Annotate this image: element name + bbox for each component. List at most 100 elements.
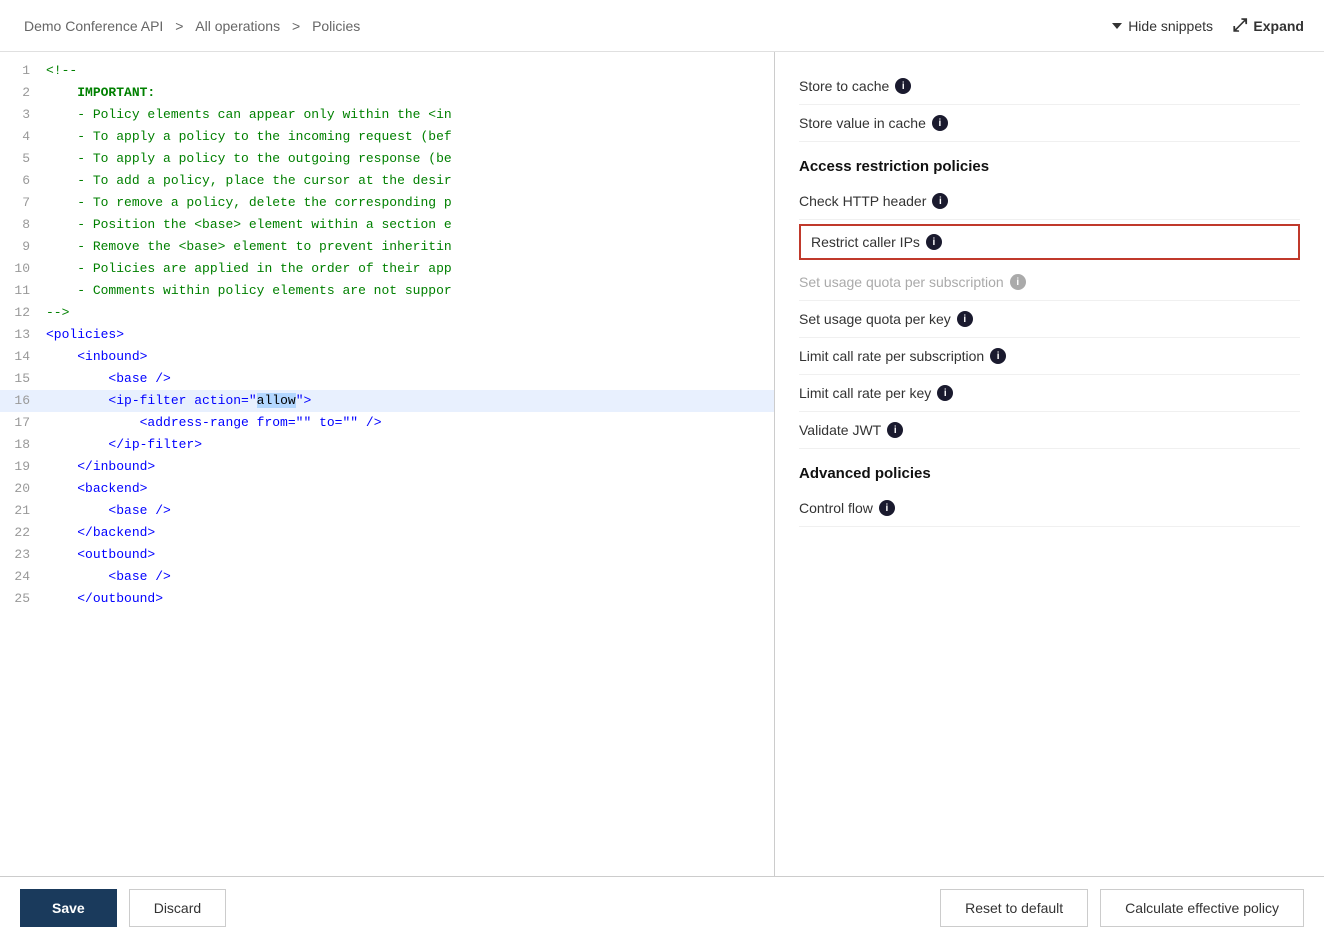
- line-content: <address-range from="" to="" />: [42, 412, 774, 434]
- line-number: 17: [0, 412, 42, 434]
- code-line-5[interactable]: 5 - To apply a policy to the outgoing re…: [0, 148, 774, 170]
- code-line-4[interactable]: 4 - To apply a policy to the incoming re…: [0, 126, 774, 148]
- limit-call-rate-per-key-label: Limit call rate per key: [799, 385, 931, 401]
- line-number: 20: [0, 478, 42, 500]
- line-number: 12: [0, 302, 42, 324]
- limit-call-rate-per-subscription-item[interactable]: Limit call rate per subscription i: [799, 338, 1300, 375]
- limit-call-rate-per-subscription-info-icon[interactable]: i: [990, 348, 1006, 364]
- line-number: 4: [0, 126, 42, 148]
- calculate-effective-policy-button[interactable]: Calculate effective policy: [1100, 889, 1304, 927]
- discard-button[interactable]: Discard: [129, 889, 226, 927]
- code-line-19[interactable]: 19 </inbound>: [0, 456, 774, 478]
- line-number: 10: [0, 258, 42, 280]
- code-line-1[interactable]: 1<!--: [0, 60, 774, 82]
- control-flow-info-icon[interactable]: i: [879, 500, 895, 516]
- set-usage-quota-per-subscription-label: Set usage quota per subscription: [799, 274, 1004, 290]
- code-line-6[interactable]: 6 - To add a policy, place the cursor at…: [0, 170, 774, 192]
- check-http-header-label: Check HTTP header: [799, 193, 926, 209]
- line-number: 3: [0, 104, 42, 126]
- code-line-22[interactable]: 22 </backend>: [0, 522, 774, 544]
- expand-icon: ⤢: [1233, 15, 1247, 36]
- set-usage-quota-per-subscription-info-icon: i: [1010, 274, 1026, 290]
- line-number: 23: [0, 544, 42, 566]
- line-number: 22: [0, 522, 42, 544]
- line-number: 1: [0, 60, 42, 82]
- code-line-13[interactable]: 13<policies>: [0, 324, 774, 346]
- restrict-caller-ips-info-icon[interactable]: i: [926, 234, 942, 250]
- code-line-11[interactable]: 11 - Comments within policy elements are…: [0, 280, 774, 302]
- code-line-2[interactable]: 2 IMPORTANT:: [0, 82, 774, 104]
- code-line-3[interactable]: 3 - Policy elements can appear only with…: [0, 104, 774, 126]
- code-line-16[interactable]: 16 <ip-filter action="allow">: [0, 390, 774, 412]
- code-line-7[interactable]: 7 - To remove a policy, delete the corre…: [0, 192, 774, 214]
- store-value-in-cache-label: Store value in cache: [799, 115, 926, 131]
- line-content: <inbound>: [42, 346, 774, 368]
- right-panel: Store to cache i Store value in cache i …: [775, 52, 1324, 876]
- code-line-24[interactable]: 24 <base />: [0, 566, 774, 588]
- check-http-header-info-icon[interactable]: i: [932, 193, 948, 209]
- breadcrumb-sep1: >: [175, 18, 187, 34]
- line-number: 13: [0, 324, 42, 346]
- store-to-cache-info-icon[interactable]: i: [895, 78, 911, 94]
- line-number: 9: [0, 236, 42, 258]
- limit-call-rate-per-key-item[interactable]: Limit call rate per key i: [799, 375, 1300, 412]
- line-number: 8: [0, 214, 42, 236]
- expand-label: Expand: [1253, 18, 1304, 34]
- expand-button[interactable]: ⤢ Expand: [1233, 15, 1304, 36]
- line-number: 25: [0, 588, 42, 610]
- set-usage-quota-per-key-info-icon[interactable]: i: [957, 311, 973, 327]
- line-number: 7: [0, 192, 42, 214]
- line-content: - Policies are applied in the order of t…: [42, 258, 774, 280]
- hide-snippets-label: Hide snippets: [1128, 18, 1213, 34]
- save-button[interactable]: Save: [20, 889, 117, 927]
- breadcrumb-part1[interactable]: Demo Conference API: [24, 18, 163, 34]
- line-content: </outbound>: [42, 588, 774, 610]
- reset-to-default-button[interactable]: Reset to default: [940, 889, 1088, 927]
- breadcrumb-sep2: >: [292, 18, 304, 34]
- check-http-header-item[interactable]: Check HTTP header i: [799, 183, 1300, 220]
- hide-snippets-button[interactable]: Hide snippets: [1112, 18, 1213, 34]
- line-number: 18: [0, 434, 42, 456]
- line-content: </inbound>: [42, 456, 774, 478]
- restrict-caller-ips-item[interactable]: Restrict caller IPs i: [799, 224, 1300, 260]
- breadcrumb-part2[interactable]: All operations: [195, 18, 280, 34]
- line-content: -->: [42, 302, 774, 324]
- code-line-21[interactable]: 21 <base />: [0, 500, 774, 522]
- line-content: - Policy elements can appear only within…: [42, 104, 774, 126]
- main-content: 1<!--2 IMPORTANT:3 - Policy elements can…: [0, 52, 1324, 876]
- line-content: <outbound>: [42, 544, 774, 566]
- line-number: 11: [0, 280, 42, 302]
- control-flow-item[interactable]: Control flow i: [799, 490, 1300, 527]
- line-content: - To apply a policy to the outgoing resp…: [42, 148, 774, 170]
- code-panel[interactable]: 1<!--2 IMPORTANT:3 - Policy elements can…: [0, 52, 775, 876]
- code-line-23[interactable]: 23 <outbound>: [0, 544, 774, 566]
- code-line-20[interactable]: 20 <backend>: [0, 478, 774, 500]
- code-line-14[interactable]: 14 <inbound>: [0, 346, 774, 368]
- line-content: <base />: [42, 566, 774, 588]
- code-line-10[interactable]: 10 - Policies are applied in the order o…: [0, 258, 774, 280]
- code-line-17[interactable]: 17 <address-range from="" to="" />: [0, 412, 774, 434]
- code-line-18[interactable]: 18 </ip-filter>: [0, 434, 774, 456]
- control-flow-label: Control flow: [799, 500, 873, 516]
- line-content: </ip-filter>: [42, 434, 774, 456]
- set-usage-quota-per-key-item[interactable]: Set usage quota per key i: [799, 301, 1300, 338]
- limit-call-rate-per-key-info-icon[interactable]: i: [937, 385, 953, 401]
- line-content: <base />: [42, 368, 774, 390]
- store-value-in-cache-info-icon[interactable]: i: [932, 115, 948, 131]
- footer: Save Discard Reset to default Calculate …: [0, 876, 1324, 938]
- line-number: 24: [0, 566, 42, 588]
- code-line-9[interactable]: 9 - Remove the <base> element to prevent…: [0, 236, 774, 258]
- breadcrumb-part3: Policies: [312, 18, 360, 34]
- store-value-in-cache-item[interactable]: Store value in cache i: [799, 105, 1300, 142]
- code-line-8[interactable]: 8 - Position the <base> element within a…: [0, 214, 774, 236]
- line-content: <ip-filter action="allow">: [42, 390, 774, 412]
- code-line-25[interactable]: 25 </outbound>: [0, 588, 774, 610]
- set-usage-quota-per-key-label: Set usage quota per key: [799, 311, 951, 327]
- code-line-15[interactable]: 15 <base />: [0, 368, 774, 390]
- header: Demo Conference API > All operations > P…: [0, 0, 1324, 52]
- store-to-cache-label: Store to cache: [799, 78, 889, 94]
- validate-jwt-info-icon[interactable]: i: [887, 422, 903, 438]
- code-line-12[interactable]: 12-->: [0, 302, 774, 324]
- store-to-cache-item[interactable]: Store to cache i: [799, 68, 1300, 105]
- validate-jwt-item[interactable]: Validate JWT i: [799, 412, 1300, 449]
